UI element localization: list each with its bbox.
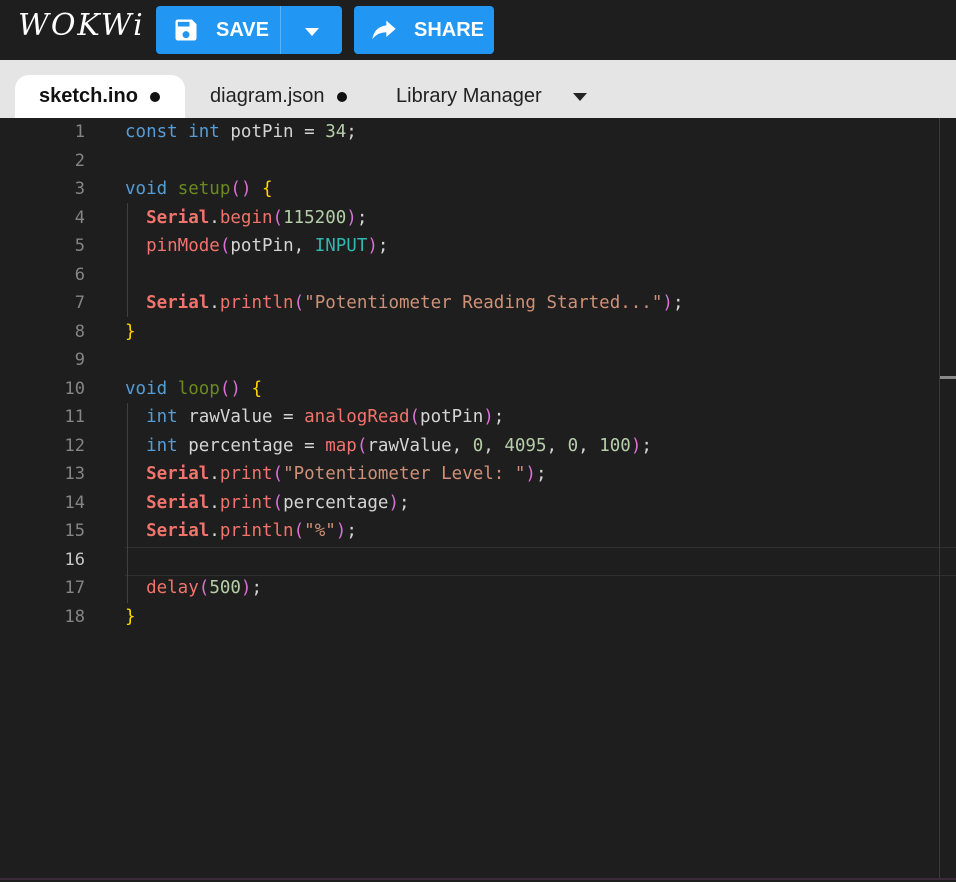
line-number: 2 bbox=[74, 150, 85, 171]
code-line: void setup() { bbox=[125, 179, 273, 199]
save-label: SAVE bbox=[216, 18, 269, 41]
code-line: Serial.println("%"); bbox=[146, 521, 357, 541]
line-number: 16 bbox=[64, 549, 85, 570]
code-line: Serial.println("Potentiometer Reading St… bbox=[146, 293, 684, 313]
save-button[interactable]: SAVE bbox=[156, 6, 280, 54]
vertical-scrollbar[interactable] bbox=[939, 118, 940, 878]
code-line: int percentage = map(rawValue, 0, 4095, … bbox=[146, 435, 652, 456]
line-number: 13 bbox=[64, 464, 85, 484]
line-number: 10 bbox=[64, 378, 85, 399]
save-options-dropdown[interactable] bbox=[281, 6, 342, 54]
share-button[interactable]: SHARE bbox=[354, 6, 494, 54]
code-editor[interactable]: 1 2 3 4 5 6 7 8 9 10 11 12 13 14 15 16 1… bbox=[0, 118, 956, 882]
code-line: } bbox=[125, 606, 136, 627]
wokwi-logo[interactable]: WOKWi bbox=[18, 8, 145, 44]
save-button-group: SAVE bbox=[156, 6, 342, 54]
unsaved-dot-icon bbox=[336, 91, 347, 102]
file-tabs-bar: sketch.ino diagram.json Library Manager bbox=[0, 60, 956, 118]
tab-sketch-ino[interactable]: sketch.ino bbox=[15, 75, 185, 118]
code-line: Serial.print("Potentiometer Level: "); bbox=[146, 464, 547, 484]
tab-library-manager[interactable]: Library Manager bbox=[396, 75, 542, 118]
share-label: SHARE bbox=[414, 18, 485, 41]
code-line: Serial.print(percentage); bbox=[146, 492, 410, 513]
line-number: 6 bbox=[74, 264, 85, 285]
line-number: 7 bbox=[74, 293, 85, 313]
caret-down-icon bbox=[304, 19, 319, 42]
code-line: pinMode(potPin, INPUT); bbox=[146, 236, 389, 256]
line-number: 15 bbox=[64, 521, 85, 541]
code-line: int rawValue = analogRead(potPin); bbox=[146, 407, 505, 427]
tab-label: diagram.json bbox=[210, 85, 325, 107]
floppy-disk-icon bbox=[168, 12, 204, 48]
line-number: 12 bbox=[64, 435, 85, 456]
line-number: 8 bbox=[74, 321, 85, 342]
share-arrow-icon bbox=[366, 12, 402, 48]
current-line-highlight bbox=[125, 547, 956, 576]
scrollbar-cursor-marker bbox=[940, 376, 956, 379]
code-line: delay(500); bbox=[146, 578, 263, 598]
line-number: 9 bbox=[74, 350, 85, 370]
editor-bottom-border bbox=[0, 878, 956, 880]
line-number: 17 bbox=[64, 578, 85, 598]
line-number: 5 bbox=[74, 236, 85, 256]
line-number: 1 bbox=[74, 122, 85, 142]
code-line: void loop() { bbox=[125, 378, 263, 399]
line-number: 4 bbox=[74, 207, 85, 228]
line-number: 3 bbox=[74, 179, 85, 199]
line-number: 18 bbox=[64, 606, 85, 627]
line-number: 11 bbox=[64, 407, 85, 427]
tab-label: Library Manager bbox=[396, 85, 542, 107]
unsaved-dot-icon bbox=[149, 91, 160, 102]
top-header: WOKWi SAVE SHARE bbox=[0, 0, 956, 60]
line-number: 14 bbox=[64, 492, 85, 513]
tab-diagram-json[interactable]: diagram.json bbox=[210, 75, 347, 118]
code-line: } bbox=[125, 321, 136, 342]
tabs-menu-caret-icon[interactable] bbox=[572, 89, 588, 105]
code-line: Serial.begin(115200); bbox=[146, 207, 368, 228]
code-line: const int potPin = 34; bbox=[125, 122, 357, 142]
tab-label: sketch.ino bbox=[39, 85, 138, 107]
